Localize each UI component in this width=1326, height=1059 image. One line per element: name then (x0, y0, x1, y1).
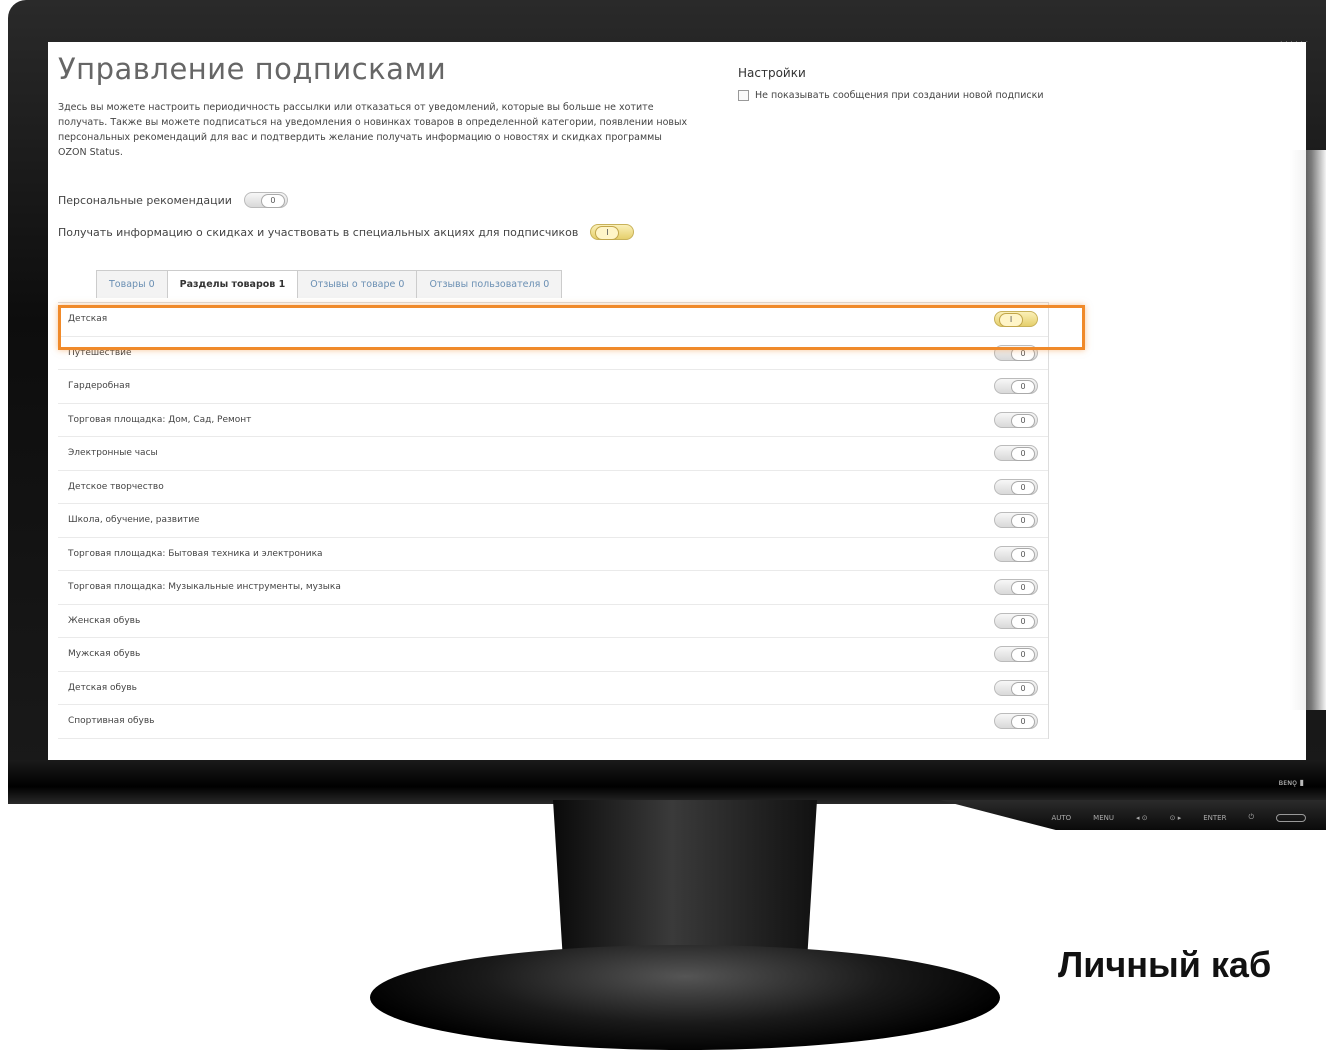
category-label: Торговая площадка: Музыкальные инструмен… (68, 582, 341, 593)
preference-toggle[interactable] (590, 224, 635, 240)
preference-toggle[interactable] (243, 192, 288, 208)
tab-bar: Товары 0 Разделы товаров 1 Отзывы о товаре… (96, 270, 563, 298)
category-row: Женская обувь (58, 605, 1048, 638)
settings-panel: Настройки Не показывать сообщения при со… (738, 66, 1044, 101)
monitor-button[interactable]: ⏻ (1248, 813, 1254, 822)
category-row: Торговая площадка: Музыкальные инструмен… (58, 571, 1048, 605)
preference-label: Получать информацию о скидках и участвов… (58, 225, 579, 239)
subscriptions-page: Управление подписками Здесь вы можете на… (58, 52, 1298, 739)
category-label: Торговая площадка: Бытовая техника и эле… (68, 548, 323, 559)
category-toggle[interactable] (994, 646, 1038, 663)
category-label: Спортивная обувь (68, 716, 155, 727)
monitor-button[interactable]: MENU (1093, 814, 1114, 822)
power-led-icon (1276, 813, 1306, 822)
screen-glare (1290, 150, 1326, 710)
monitor-buttons: AUTO MENU ◂ ⊙ ⊙ ▸ ENTER ⏻ (1051, 813, 1306, 822)
monitor-stand-base (370, 945, 1000, 1050)
hide-message-checkbox[interactable] (738, 90, 749, 101)
tab-4[interactable]: Отзывы пользователя 0 (416, 270, 563, 298)
monitor-button[interactable]: ENTER (1203, 814, 1226, 822)
category-toggle[interactable] (994, 679, 1038, 696)
highlight-frame (58, 305, 1085, 350)
monitor-button[interactable]: AUTO (1051, 814, 1071, 822)
category-row: Школа, обучение, развитие (58, 504, 1048, 538)
preference-label: Персональные рекомендации (58, 193, 232, 207)
category-row: Спортивная обувь (58, 705, 1048, 739)
preference-row: Персональные рекомендации (58, 192, 288, 208)
category-label: Электронные часы (68, 448, 158, 459)
category-label: Мужская обувь (68, 649, 141, 660)
category-toggle[interactable] (994, 579, 1038, 596)
category-toggle[interactable] (994, 612, 1038, 629)
category-toggle[interactable] (994, 378, 1038, 395)
category-row: Торговая площадка: Бытовая техника и эле… (58, 538, 1048, 571)
category-toggle[interactable] (994, 478, 1038, 495)
page-description: Здесь вы можете настроить периодичность … (58, 102, 688, 158)
preference-row: Получать информацию о скидках и участвов… (58, 224, 635, 240)
category-list: ДетскаяПутешествиеГардеробнаяТорговая пл… (58, 302, 1049, 739)
category-toggle[interactable] (994, 545, 1038, 562)
category-row: Торговая площадка: Дом, Сад, Ремонт (58, 404, 1048, 437)
category-row: Гардеробная (58, 370, 1048, 404)
category-toggle[interactable] (994, 713, 1038, 730)
settings-option[interactable]: Не показывать сообщения при создании нов… (738, 90, 1044, 101)
category-label: Женская обувь (68, 615, 141, 626)
caption-text: Личный каб (1058, 944, 1272, 985)
tab-1[interactable]: Товары 0 (96, 270, 168, 298)
monitor-button[interactable]: ◂ ⊙ (1136, 814, 1148, 822)
category-label: Детское творчество (68, 481, 164, 492)
settings-title: Настройки (738, 66, 806, 80)
monitor-button[interactable]: ⊙ ▸ (1170, 814, 1182, 822)
category-row: Мужская обувь (58, 638, 1048, 672)
bottom-bezel (8, 760, 1326, 804)
category-label: Гардеробная (68, 381, 131, 392)
category-row: Детская обувь (58, 672, 1048, 705)
category-toggle[interactable] (994, 411, 1038, 428)
category-label: Школа, обучение, развитие (68, 515, 200, 526)
category-label: Торговая площадка: Дом, Сад, Ремонт (68, 414, 252, 425)
category-row: Детское творчество (58, 471, 1048, 504)
category-toggle[interactable] (994, 445, 1038, 462)
bezel-logo: ʙᴇɴǫ ▮ (1278, 778, 1304, 787)
tab-3[interactable]: Отзывы о товаре 0 (297, 270, 418, 298)
monitor-screen: Управление подписками Здесь вы можете на… (48, 42, 1306, 760)
tab-2[interactable]: Разделы товаров 1 (166, 270, 299, 298)
page-title: Управление подписками (58, 52, 447, 86)
category-toggle[interactable] (994, 512, 1038, 529)
category-row: Электронные часы (58, 437, 1048, 471)
category-label: Детская обувь (68, 682, 137, 693)
settings-option-label: Не показывать сообщения при создании нов… (755, 90, 1044, 101)
